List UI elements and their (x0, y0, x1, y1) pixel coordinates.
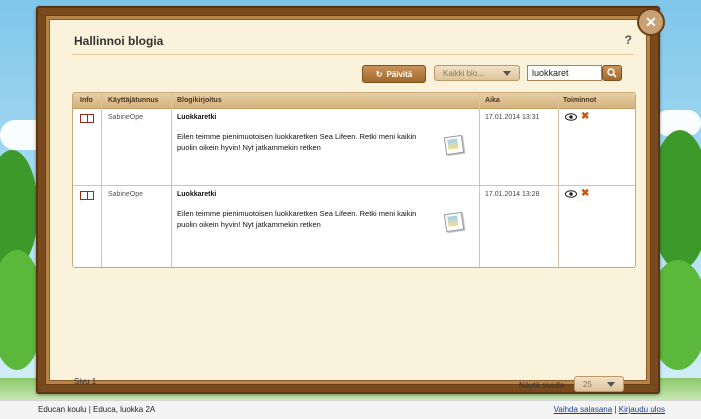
refresh-button[interactable]: ↻ Päivitä (362, 65, 426, 83)
row-username: SabineOpe (108, 191, 144, 198)
table-row: SabineOpe Luokkaretki Eilen teimme pieni… (73, 109, 635, 186)
dialog-title: Hallinnoi blogia (74, 34, 164, 48)
row-post-excerpt: Eilen teimme pienimuotoisen luokkaretken… (177, 209, 417, 229)
delete-icon[interactable]: ✖ (581, 189, 589, 199)
header-post: Blogikirjoitus (177, 97, 222, 104)
row-time: 17.01.2014 13:31 (485, 114, 540, 121)
refresh-icon: ↻ (375, 69, 383, 79)
per-page-value: 25 (583, 379, 592, 389)
row-post-excerpt: Eilen teimme pienimuotoisen luokkaretken… (177, 132, 417, 152)
chevron-down-icon (607, 382, 615, 387)
footer-links: Vaihda salasana | Kirjaudu ulos (554, 405, 665, 414)
book-icon[interactable] (80, 191, 94, 200)
dialog-panel: Hallinnoi blogia ? ↻ Päivitä Kaikki blo.… (49, 19, 647, 392)
change-password-link[interactable]: Vaihda salasana (554, 405, 613, 414)
chevron-down-icon (503, 71, 511, 76)
close-button[interactable]: ✕ (637, 8, 665, 36)
refresh-label: Päivitä (386, 69, 413, 79)
eye-icon[interactable] (565, 113, 577, 121)
school-info: Educan koulu | Educa, luokka 2A (38, 405, 156, 414)
book-icon[interactable] (80, 114, 94, 123)
table-header: Info Käyttäjätunnus Blogikirjoitus Aika … (73, 93, 635, 109)
title-divider (72, 54, 634, 55)
delete-icon[interactable]: ✖ (581, 112, 589, 122)
close-icon: ✕ (645, 14, 657, 30)
help-button[interactable]: ? (625, 33, 632, 47)
dialog-frame: Hallinnoi blogia ? ↻ Päivitä Kaikki blo.… (36, 6, 660, 394)
header-time: Aika (485, 97, 500, 104)
image-icon[interactable] (443, 211, 465, 233)
blog-posts-table: Info Käyttäjätunnus Blogikirjoitus Aika … (72, 92, 636, 268)
row-post-title: Luokkaretki (177, 191, 217, 198)
dialog-border: Hallinnoi blogia ? ↻ Päivitä Kaikki blo.… (45, 15, 651, 392)
blog-filter-select[interactable]: Kaikki blo... (434, 65, 520, 81)
search-button[interactable] (602, 65, 622, 81)
search-icon (607, 68, 617, 78)
page-indicator: Sivu 1 (74, 377, 97, 386)
footer-separator: | (614, 405, 617, 414)
blog-filter-value: Kaikki blo... (443, 68, 484, 78)
header-info: Info (80, 97, 93, 104)
table-row: SabineOpe Luokkaretki Eilen teimme pieni… (73, 186, 635, 264)
row-username: SabineOpe (108, 114, 144, 121)
logout-link[interactable]: Kirjaudu ulos (619, 405, 665, 414)
search-input[interactable] (527, 65, 602, 81)
image-icon[interactable] (443, 134, 465, 156)
footer: Educan koulu | Educa, luokka 2A Vaihda s… (0, 400, 701, 419)
row-post-title: Luokkaretki (177, 114, 217, 121)
row-time: 17.01.2014 13:28 (485, 191, 540, 198)
header-actions: Toiminnot (563, 97, 597, 104)
eye-icon[interactable] (565, 190, 577, 198)
header-username: Käyttäjätunnus (108, 97, 159, 104)
per-page-select[interactable]: 25 (574, 376, 624, 392)
per-page-label: Näytä sivulla (519, 381, 565, 390)
